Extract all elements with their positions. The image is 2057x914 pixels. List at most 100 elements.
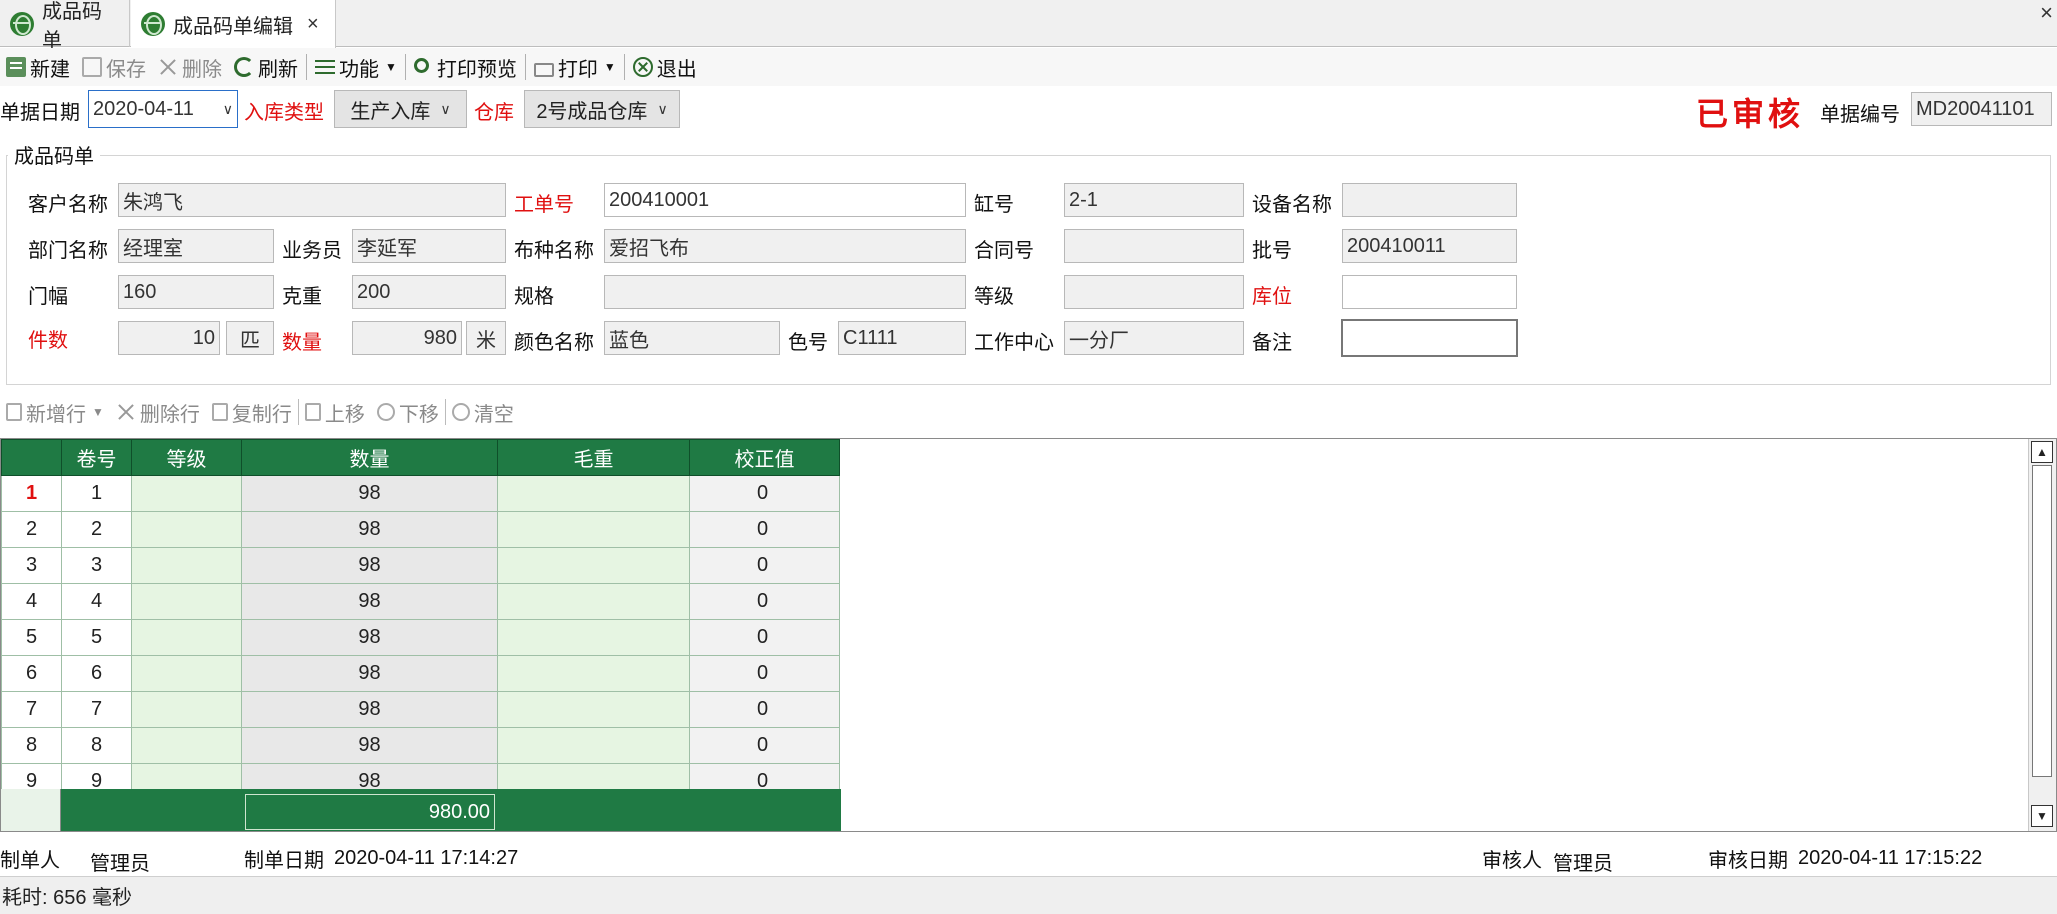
work-order-field[interactable]: 200410001 [604, 183, 966, 217]
grade-cell[interactable] [131, 691, 242, 728]
correction-cell[interactable]: 0 [689, 655, 840, 692]
delete-row-button[interactable]: 删除行 [110, 398, 206, 427]
warehouse-select[interactable]: 2号成品仓库 ∨ [524, 90, 680, 128]
grade-cell[interactable] [131, 475, 242, 512]
quantity-cell[interactable]: 98 [241, 691, 498, 728]
tab-finished-code-list[interactable]: 成品码单 [0, 0, 130, 52]
correction-cell[interactable]: 0 [689, 511, 840, 548]
weight-field[interactable]: 200 [352, 275, 506, 309]
correction-cell[interactable]: 0 [689, 547, 840, 584]
workcenter-field[interactable]: 一分厂 [1064, 321, 1244, 355]
copy-row-button[interactable]: 复制行 [206, 398, 298, 427]
column-header[interactable]: 卷号 [61, 439, 132, 476]
instock-type-select[interactable]: 生产入库 ∨ [334, 90, 467, 128]
vat-field[interactable]: 2-1 [1064, 183, 1244, 217]
table-row[interactable]: 4 4 98 0 [1, 583, 840, 620]
fabric-field[interactable]: 爱招飞布 [604, 229, 966, 263]
print-preview-button[interactable]: 打印预览 [408, 51, 523, 83]
roll-no-cell[interactable]: 5 [61, 619, 132, 656]
window-close-icon[interactable]: × [2040, 0, 2053, 26]
table-row[interactable]: 5 5 98 0 [1, 619, 840, 656]
roll-no-cell[interactable]: 7 [61, 691, 132, 728]
gross-weight-cell[interactable] [497, 475, 690, 512]
gross-weight-cell[interactable] [497, 511, 690, 548]
quantity-cell[interactable]: 98 [241, 475, 498, 512]
remark-field[interactable] [1341, 319, 1518, 357]
grade-cell[interactable] [131, 511, 242, 548]
grade-field[interactable] [1064, 275, 1244, 309]
qty-field[interactable]: 980 [352, 321, 462, 355]
column-header[interactable]: 等级 [131, 439, 242, 476]
quantity-cell[interactable]: 98 [241, 547, 498, 584]
scroll-down-icon[interactable]: ▼ [2031, 805, 2053, 827]
correction-cell[interactable]: 0 [689, 691, 840, 728]
refresh-button[interactable]: 刷新 [228, 51, 304, 83]
row-number-cell: 6 [1, 655, 62, 692]
roll-no-cell[interactable]: 2 [61, 511, 132, 548]
column-header[interactable]: 校正值 [689, 439, 840, 476]
quantity-cell[interactable]: 98 [241, 619, 498, 656]
correction-cell[interactable]: 0 [689, 619, 840, 656]
add-row-button[interactable]: 新增行 ▼ [0, 398, 110, 427]
location-field[interactable] [1342, 275, 1517, 309]
quantity-cell[interactable]: 98 [241, 655, 498, 692]
correction-cell[interactable]: 0 [689, 583, 840, 620]
date-picker[interactable]: 2020-04-11 ∨ [88, 90, 238, 128]
new-button[interactable]: 新建 [0, 51, 76, 83]
correction-cell[interactable]: 0 [689, 475, 840, 512]
salesman-field[interactable]: 李延军 [352, 229, 506, 263]
column-header[interactable]: 数量 [241, 439, 498, 476]
pieces-field[interactable]: 10 [118, 321, 220, 355]
move-down-button[interactable]: 下移 [371, 398, 445, 427]
dept-field[interactable]: 经理室 [118, 229, 274, 263]
quantity-cell[interactable]: 98 [241, 511, 498, 548]
table-row[interactable]: 2 2 98 0 [1, 511, 840, 548]
color-no-field[interactable]: C1111 [838, 321, 966, 355]
table-row[interactable]: 7 7 98 0 [1, 691, 840, 728]
functions-dropdown[interactable]: 功能 ▼ [309, 51, 403, 83]
equipment-field[interactable] [1342, 183, 1517, 217]
width-field[interactable]: 160 [118, 275, 274, 309]
gross-weight-cell[interactable] [497, 655, 690, 692]
grade-cell[interactable] [131, 619, 242, 656]
table-row[interactable]: 6 6 98 0 [1, 655, 840, 692]
gross-weight-cell[interactable] [497, 547, 690, 584]
roll-no-cell[interactable]: 3 [61, 547, 132, 584]
grade-cell[interactable] [131, 655, 242, 692]
tab-finished-code-edit[interactable]: 成品码单编辑 × [131, 0, 336, 48]
column-header[interactable]: 毛重 [497, 439, 690, 476]
quantity-cell[interactable]: 98 [241, 727, 498, 764]
contract-field[interactable] [1064, 229, 1244, 263]
gross-weight-cell[interactable] [497, 691, 690, 728]
color-field[interactable]: 蓝色 [604, 321, 780, 355]
roll-no-cell[interactable]: 1 [61, 475, 132, 512]
doc-no-field[interactable]: MD20041101 [1911, 92, 2052, 126]
grade-cell[interactable] [131, 547, 242, 584]
table-row[interactable]: 8 8 98 0 [1, 727, 840, 764]
roll-no-cell[interactable]: 8 [61, 727, 132, 764]
grade-cell[interactable] [131, 583, 242, 620]
delete-button[interactable]: 删除 [152, 51, 228, 83]
move-up-button[interactable]: 上移 [299, 398, 371, 427]
quantity-cell[interactable]: 98 [241, 583, 498, 620]
print-dropdown[interactable]: 打印 ▼ [528, 51, 622, 83]
batch-field[interactable]: 200410011 [1342, 229, 1517, 263]
gross-weight-cell[interactable] [497, 619, 690, 656]
gross-weight-cell[interactable] [497, 727, 690, 764]
roll-no-cell[interactable]: 4 [61, 583, 132, 620]
vertical-scrollbar[interactable]: ▲ ▼ [2028, 439, 2056, 831]
customer-field[interactable]: 朱鸿飞 [118, 183, 506, 217]
spec-field[interactable] [604, 275, 966, 309]
table-row[interactable]: 1 1 98 0 [1, 475, 840, 512]
save-button[interactable]: 保存 [76, 51, 152, 83]
scrollbar-thumb[interactable] [2032, 465, 2052, 777]
gross-weight-cell[interactable] [497, 583, 690, 620]
roll-no-cell[interactable]: 6 [61, 655, 132, 692]
close-icon[interactable]: × [307, 13, 319, 36]
correction-cell[interactable]: 0 [689, 727, 840, 764]
scroll-up-icon[interactable]: ▲ [2031, 441, 2053, 463]
exit-button[interactable]: 退出 [627, 51, 703, 83]
clear-button[interactable]: 清空 [446, 398, 520, 427]
table-row[interactable]: 3 3 98 0 [1, 547, 840, 584]
grade-cell[interactable] [131, 727, 242, 764]
